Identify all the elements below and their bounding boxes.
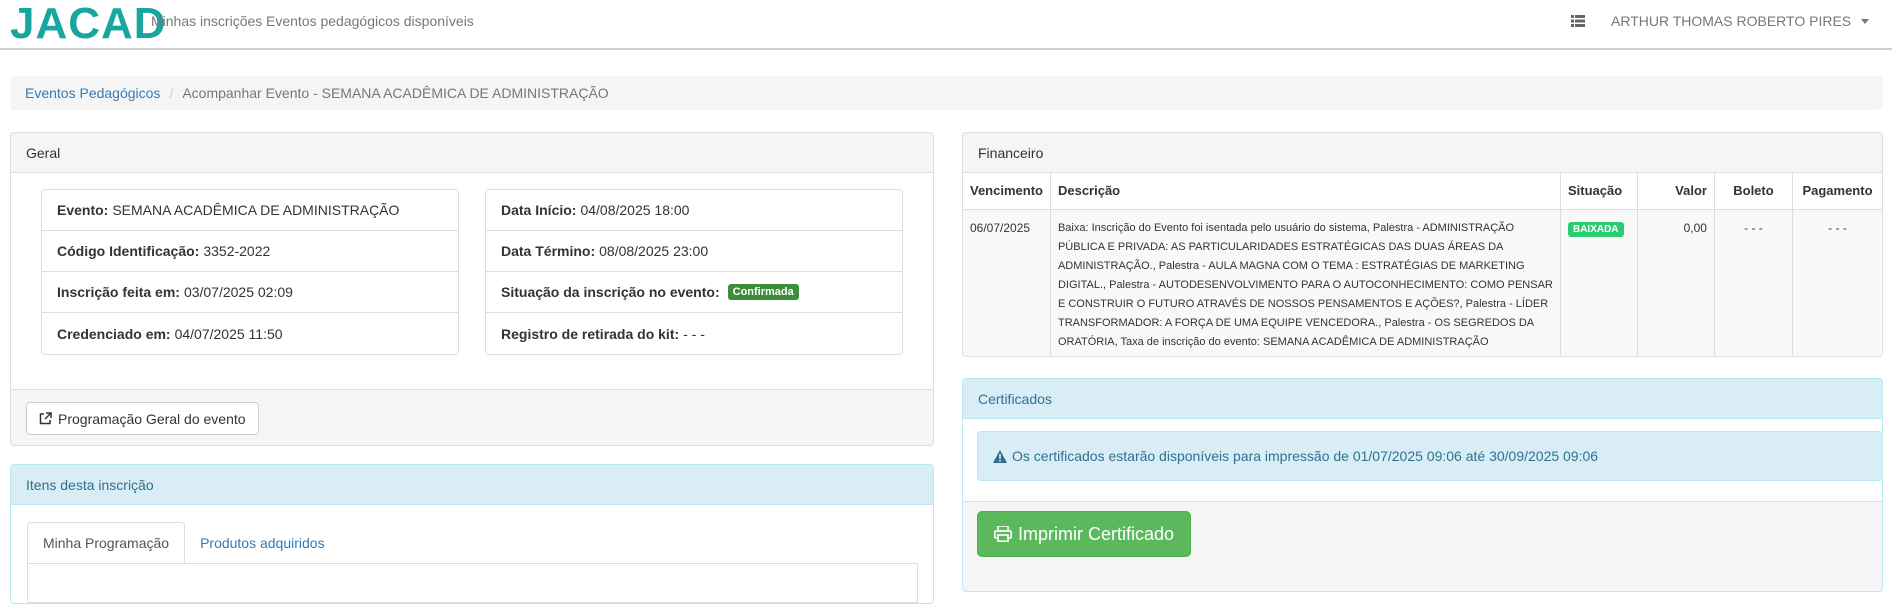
imprimir-certificado-label: Imprimir Certificado [1018, 523, 1175, 544]
geral-panel-title: Geral [11, 133, 933, 173]
cell-valor: 0,00 [1637, 209, 1715, 356]
geral-panel-footer: Programação Geral do evento [11, 389, 933, 445]
printer-icon [994, 526, 1012, 542]
geral-right-list: Data Início: 04/08/2025 18:00 Data Términ… [485, 189, 903, 355]
table-row: 06/07/2025 Baixa: Inscrição do Evento fo… [963, 209, 1882, 356]
col-vencimento: Vencimento [963, 173, 1051, 210]
breadcrumb-home-link[interactable]: Eventos Pedagógicos [25, 85, 160, 101]
warning-icon [993, 449, 1007, 463]
tab-minha-programacao[interactable]: Minha Programação [27, 522, 186, 564]
financeiro-panel-title: Financeiro [963, 133, 1882, 173]
financeiro-table: Vencimento Descrição Situação Valor Bole… [963, 173, 1882, 356]
cell-descricao: Baixa: Inscrição do Evento foi isentada … [1050, 209, 1561, 356]
breadcrumb-current: Acompanhar Evento - SEMANA ACADÊMICA DE … [182, 85, 609, 101]
certificados-panel-title: Certificados [963, 379, 1882, 419]
col-situacao: Situação [1560, 173, 1638, 210]
cell-vencimento: 06/07/2025 [963, 209, 1051, 356]
certificados-panel: Certificados Os certificados estarão dis… [962, 378, 1883, 592]
nav-link-minhas-inscricoes[interactable]: Minhas inscrições [151, 13, 262, 29]
info-credenciado: Credenciado em: 04/07/2025 11:50 [57, 325, 283, 342]
user-name: ARTHUR THOMAS ROBERTO PIRES [1611, 13, 1852, 29]
imprimir-certificado-button[interactable]: Imprimir Certificado [977, 511, 1192, 557]
col-valor: Valor [1637, 173, 1715, 210]
info-retirada-kit: Registro de retirada do kit: - - - [501, 325, 705, 342]
itens-tabs: Minha Programação Produtos adquiridos [27, 522, 340, 564]
programacao-geral-label: Programação Geral do evento [58, 410, 246, 427]
tab-produtos-adquiridos[interactable]: Produtos adquiridos [185, 522, 340, 564]
financeiro-panel: Financeiro Vencimento Descrição Situação… [962, 132, 1883, 357]
certificados-panel-footer: Imprimir Certificado [963, 501, 1882, 591]
info-inscricao-feita: Inscrição feita em: 03/07/2025 02:09 [42, 272, 458, 313]
top-navbar: JACAD Minhas inscrições Eventos pedagógi… [0, 0, 1892, 50]
itens-panel-title: Itens desta inscrição [11, 465, 933, 505]
certificados-alert: Os certificados estarão disponíveis para… [977, 431, 1882, 481]
nav-link-eventos-disponiveis[interactable]: Eventos pedagógicos disponíveis [266, 13, 474, 29]
caret-down-icon [1861, 18, 1870, 24]
situacao-badge: BAIXADA [1567, 221, 1624, 237]
table-header-row: Vencimento Descrição Situação Valor Bole… [963, 173, 1882, 210]
breadcrumb: Eventos Pedagógicos / Acompanhar Evento … [10, 76, 1883, 110]
col-pagamento: Pagamento [1792, 173, 1882, 210]
status-badge: Confirmada [727, 284, 799, 300]
cell-pagamento: - - - [1792, 209, 1882, 356]
cell-boleto: - - - [1714, 209, 1793, 356]
external-link-icon [39, 412, 52, 425]
user-menu[interactable]: ARTHUR THOMAS ROBERTO PIRES [1611, 13, 1870, 29]
geral-panel: Geral Evento: SEMANA ACADÊMICA DE ADMINIS… [10, 132, 934, 446]
certificados-alert-text: Os certificados estarão disponíveis para… [1012, 448, 1599, 464]
brand-logo[interactable]: JACAD [10, 0, 167, 48]
info-situacao: Situação da inscrição no evento: Confirma… [486, 272, 902, 313]
info-codigo: Código Identificação: 3352-2022 [42, 231, 458, 272]
tab-content [27, 563, 918, 603]
info-evento: Evento: SEMANA ACADÊMICA DE ADMINISTRAÇÃO [42, 190, 458, 231]
breadcrumb-separator: / [169, 85, 174, 101]
info-data-termino: Data Término: 08/08/2025 23:00 [486, 231, 902, 272]
cell-situacao: BAIXADA [1560, 209, 1638, 356]
info-data-inicio: Data Início: 04/08/2025 18:00 [486, 190, 902, 231]
list-menu-icon[interactable] [1571, 14, 1585, 30]
geral-left-list: Evento: SEMANA ACADÊMICA DE ADMINISTRAÇÃO… [41, 189, 459, 355]
col-descricao: Descrição [1050, 173, 1561, 210]
brand-text: JACAD [10, 0, 167, 48]
programacao-geral-button[interactable]: Programação Geral do evento [26, 402, 259, 435]
col-boleto: Boleto [1714, 173, 1793, 210]
